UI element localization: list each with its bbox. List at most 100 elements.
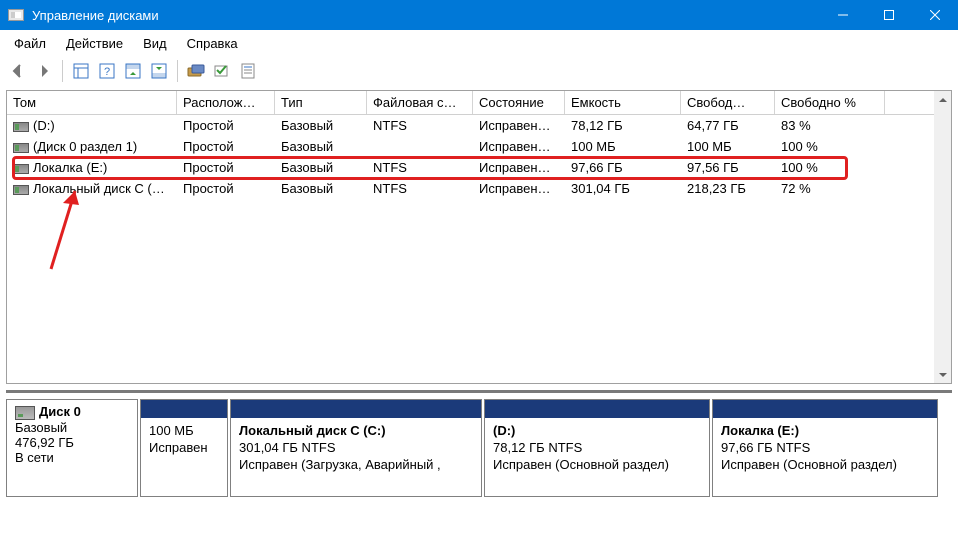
show-hide-tree-button[interactable] [69,59,93,83]
back-button[interactable] [6,59,30,83]
partition[interactable]: Локальный диск C (C:) 301,04 ГБ NTFS Испра… [230,399,482,497]
partition-color-bar [141,400,227,418]
col-freepct[interactable]: Свободно % [775,91,885,114]
partition-size: 301,04 ГБ NTFS [239,440,336,455]
volume-freepct: 100 % [775,160,885,175]
volume-status: Исправен… [473,181,565,196]
volume-free: 97,56 ГБ [681,160,775,175]
volume-name: Локалка (E:) [33,160,107,175]
disk-type: Базовый [15,420,129,435]
partition-color-bar [485,400,709,418]
volume-row[interactable]: (Диск 0 раздел 1) ПростойБазовый Исправен…… [7,136,951,157]
partition-size: 97,66 ГБ NTFS [721,440,810,455]
col-fs[interactable]: Файловая с… [367,91,473,114]
volume-status: Исправен… [473,139,565,154]
volume-type: Базовый [275,181,367,196]
disk-status: В сети [15,450,129,465]
refresh-button[interactable] [210,59,234,83]
disk-label: Диск 0 [39,404,81,419]
svg-text:?: ? [104,66,110,78]
volume-fs: NTFS [367,160,473,175]
volume-list-header: Том Располож… Тип Файловая с… Состояние … [7,91,951,115]
disk-info[interactable]: Диск 0 Базовый 476,92 ГБ В сети [6,399,138,497]
properties-button[interactable] [236,59,260,83]
volume-free: 64,77 ГБ [681,118,775,133]
col-capacity[interactable]: Емкость [565,91,681,114]
col-type[interactable]: Тип [275,91,367,114]
partition-status: Исправен (Основной раздел) [721,457,897,472]
volume-layout: Простой [177,118,275,133]
partition-color-bar [231,400,481,418]
volume-icon [13,122,29,132]
volume-fs: NTFS [367,181,473,196]
menu-action[interactable]: Действие [56,33,133,54]
partition-status: Исправен (Загрузка, Аварийный , [239,457,441,472]
volume-freepct: 72 % [775,181,885,196]
volume-status: Исправен… [473,160,565,175]
app-icon [8,9,24,21]
menu-file[interactable]: Файл [4,33,56,54]
col-free[interactable]: Свобод… [681,91,775,114]
volume-name: (Диск 0 раздел 1) [33,139,137,154]
partition[interactable]: (D:) 78,12 ГБ NTFS Исправен (Основной разд… [484,399,710,497]
partition[interactable]: Локалка (E:) 97,66 ГБ NTFS Исправен (Основ… [712,399,938,497]
volume-name: Локальный диск C (… [33,181,165,196]
menubar: Файл Действие Вид Справка [0,30,958,56]
volume-icon [13,164,29,174]
partition-title: Локалка (E:) [721,423,799,438]
partition-size: 100 МБ [149,423,194,438]
maximize-button[interactable] [866,0,912,30]
partition-status: Исправен (Основной раздел) [493,457,669,472]
partition-color-bar [713,400,937,418]
disk-size: 476,92 ГБ [15,435,129,450]
menu-help[interactable]: Справка [177,33,248,54]
volume-freepct: 83 % [775,118,885,133]
forward-button[interactable] [32,59,56,83]
volume-free: 100 МБ [681,139,775,154]
close-button[interactable] [912,0,958,30]
partition[interactable]: 100 МБ Исправен [140,399,228,497]
volume-fs: NTFS [367,118,473,133]
volume-row[interactable]: Локальный диск C (… ПростойБазовыйNTFSИсп… [7,178,951,199]
volume-layout: Простой [177,181,275,196]
settings-button[interactable] [184,59,208,83]
col-volume[interactable]: Том [7,91,177,114]
col-status[interactable]: Состояние [473,91,565,114]
volume-free: 218,23 ГБ [681,181,775,196]
volume-layout: Простой [177,160,275,175]
toolbar: ? [0,56,958,86]
vertical-scrollbar[interactable] [934,91,951,383]
minimize-button[interactable] [820,0,866,30]
view-top-button[interactable] [121,59,145,83]
disk-graphical-view: Диск 0 Базовый 476,92 ГБ В сети 100 МБ Ис… [6,390,952,497]
disk-row: Диск 0 Базовый 476,92 ГБ В сети 100 МБ Ис… [6,399,952,497]
help-button[interactable]: ? [95,59,119,83]
partition-title: (D:) [493,423,515,438]
volume-icon [13,143,29,153]
scroll-down-button[interactable] [934,366,951,383]
menu-view[interactable]: Вид [133,33,177,54]
volume-icon [13,185,29,195]
scroll-track[interactable] [934,108,951,366]
partition-size: 78,12 ГБ NTFS [493,440,582,455]
volume-capacity: 78,12 ГБ [565,118,681,133]
volume-list: Том Располож… Тип Файловая с… Состояние … [6,90,952,384]
disk-icon [15,406,35,420]
window-controls [820,0,958,30]
col-layout[interactable]: Располож… [177,91,275,114]
volume-status: Исправен… [473,118,565,133]
partition-title: Локальный диск C (C:) [239,423,386,438]
partition-status: Исправен [149,440,208,455]
volume-type: Базовый [275,160,367,175]
volume-name: (D:) [33,118,55,133]
volume-capacity: 100 МБ [565,139,681,154]
volume-freepct: 100 % [775,139,885,154]
volume-row[interactable]: (D:)ПростойБазовыйNTFSИсправен…78,12 ГБ6… [7,115,951,136]
volume-capacity: 97,66 ГБ [565,160,681,175]
volume-layout: Простой [177,139,275,154]
view-bottom-button[interactable] [147,59,171,83]
volume-capacity: 301,04 ГБ [565,181,681,196]
scroll-up-button[interactable] [934,91,951,108]
volume-type: Базовый [275,139,367,154]
volume-row[interactable]: Локалка (E:)ПростойБазовыйNTFSИсправен…9… [7,157,951,178]
